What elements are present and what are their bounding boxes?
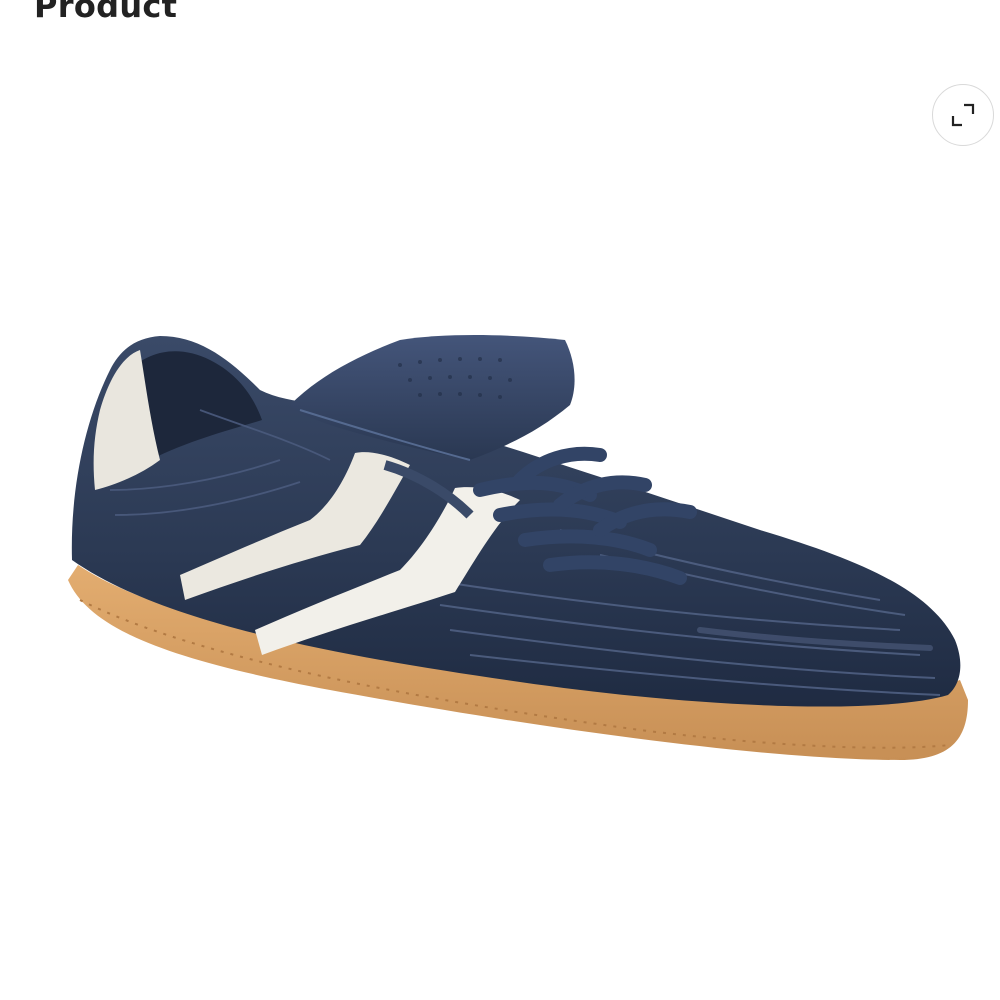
expand-image-button[interactable] xyxy=(932,84,994,146)
page-title: Product xyxy=(34,0,178,25)
expand-icon xyxy=(948,100,978,130)
sneaker-illustration xyxy=(68,335,968,760)
product-image[interactable] xyxy=(0,160,1000,860)
product-page: Product xyxy=(0,0,1000,1000)
